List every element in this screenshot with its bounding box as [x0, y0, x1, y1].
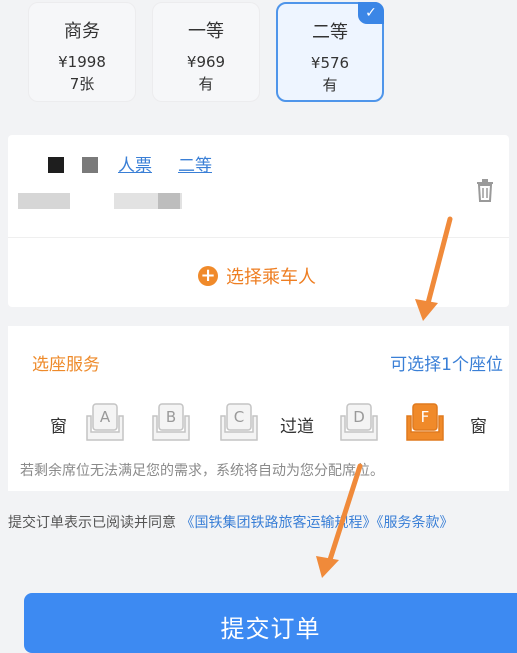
seat-class-name: 商务 — [64, 21, 100, 42]
seat-letter: F — [420, 408, 430, 426]
redacted-id — [18, 193, 70, 209]
add-passenger-label: 选择乘车人 — [226, 267, 316, 288]
seat-letter: B — [165, 408, 177, 426]
seat-b[interactable]: B — [150, 402, 192, 442]
seat-c[interactable]: C — [218, 402, 260, 442]
aisle-label: 过道 — [280, 417, 314, 437]
check-icon: ✓ — [358, 2, 384, 24]
seat-class-first[interactable]: 一等 ¥969 有 — [152, 2, 260, 102]
divider — [8, 237, 509, 238]
add-passenger-button[interactable]: + 选择乘车人 — [198, 263, 316, 289]
window-label: 窗 — [470, 417, 487, 437]
seat-class-second[interactable]: ✓ 二等 ¥576 有 — [276, 2, 384, 102]
selectable-count: 可选择1个座位 — [390, 355, 503, 375]
seat-class-price: ¥1998 — [58, 53, 106, 71]
seat-service-panel: 选座服务 可选择1个座位 窗 A B C 过道 D F 窗 若剩余席位无法满足您… — [8, 326, 509, 491]
redacted-name — [82, 157, 98, 173]
redacted-name — [48, 157, 64, 173]
seat-class-availability: 7张 — [69, 75, 95, 93]
trash-icon[interactable] — [475, 178, 495, 202]
ticket-type-link[interactable]: 人票 — [118, 156, 152, 176]
agreement-prefix: 提交订单表示已阅读并同意 — [8, 515, 176, 531]
seat-service-title: 选座服务 — [32, 355, 100, 375]
seat-a[interactable]: A — [84, 402, 126, 442]
seat-letter: A — [99, 408, 111, 426]
regulation-link[interactable]: 《国铁集团铁路旅客运输规程》 — [180, 515, 376, 531]
submit-order-button[interactable]: 提交订单 — [24, 593, 517, 653]
plus-icon: + — [198, 266, 218, 286]
seat-class-name: 二等 — [312, 22, 348, 43]
seat-class-business[interactable]: 商务 ¥1998 7张 — [28, 2, 136, 102]
seat-letter: C — [233, 408, 245, 426]
terms-link[interactable]: 《服务条款》 — [376, 515, 453, 531]
seat-class-availability: 有 — [198, 75, 214, 93]
passenger-panel: 人票 二等 + 选择乘车人 — [8, 135, 509, 307]
seat-map-row: 窗 A B C 过道 D F 窗 — [8, 400, 509, 450]
seat-class-availability: 有 — [322, 76, 338, 94]
seat-class-price: ¥969 — [186, 53, 226, 71]
seat-class-link[interactable]: 二等 — [178, 156, 212, 176]
seat-class-name: 一等 — [188, 21, 224, 42]
redacted-id — [158, 193, 180, 209]
seat-f[interactable]: F — [404, 402, 446, 442]
seat-class-price: ¥576 — [310, 54, 350, 72]
seat-letter: D — [353, 408, 365, 426]
agreement-text: 提交订单表示已阅读并同意 《国铁集团铁路旅客运输规程》《服务条款》 — [8, 510, 508, 537]
seat-d[interactable]: D — [338, 402, 380, 442]
window-label: 窗 — [50, 417, 67, 437]
seat-allocation-note: 若剩余席位无法满足您的需求，系统将自动为您分配席位。 — [20, 463, 384, 479]
